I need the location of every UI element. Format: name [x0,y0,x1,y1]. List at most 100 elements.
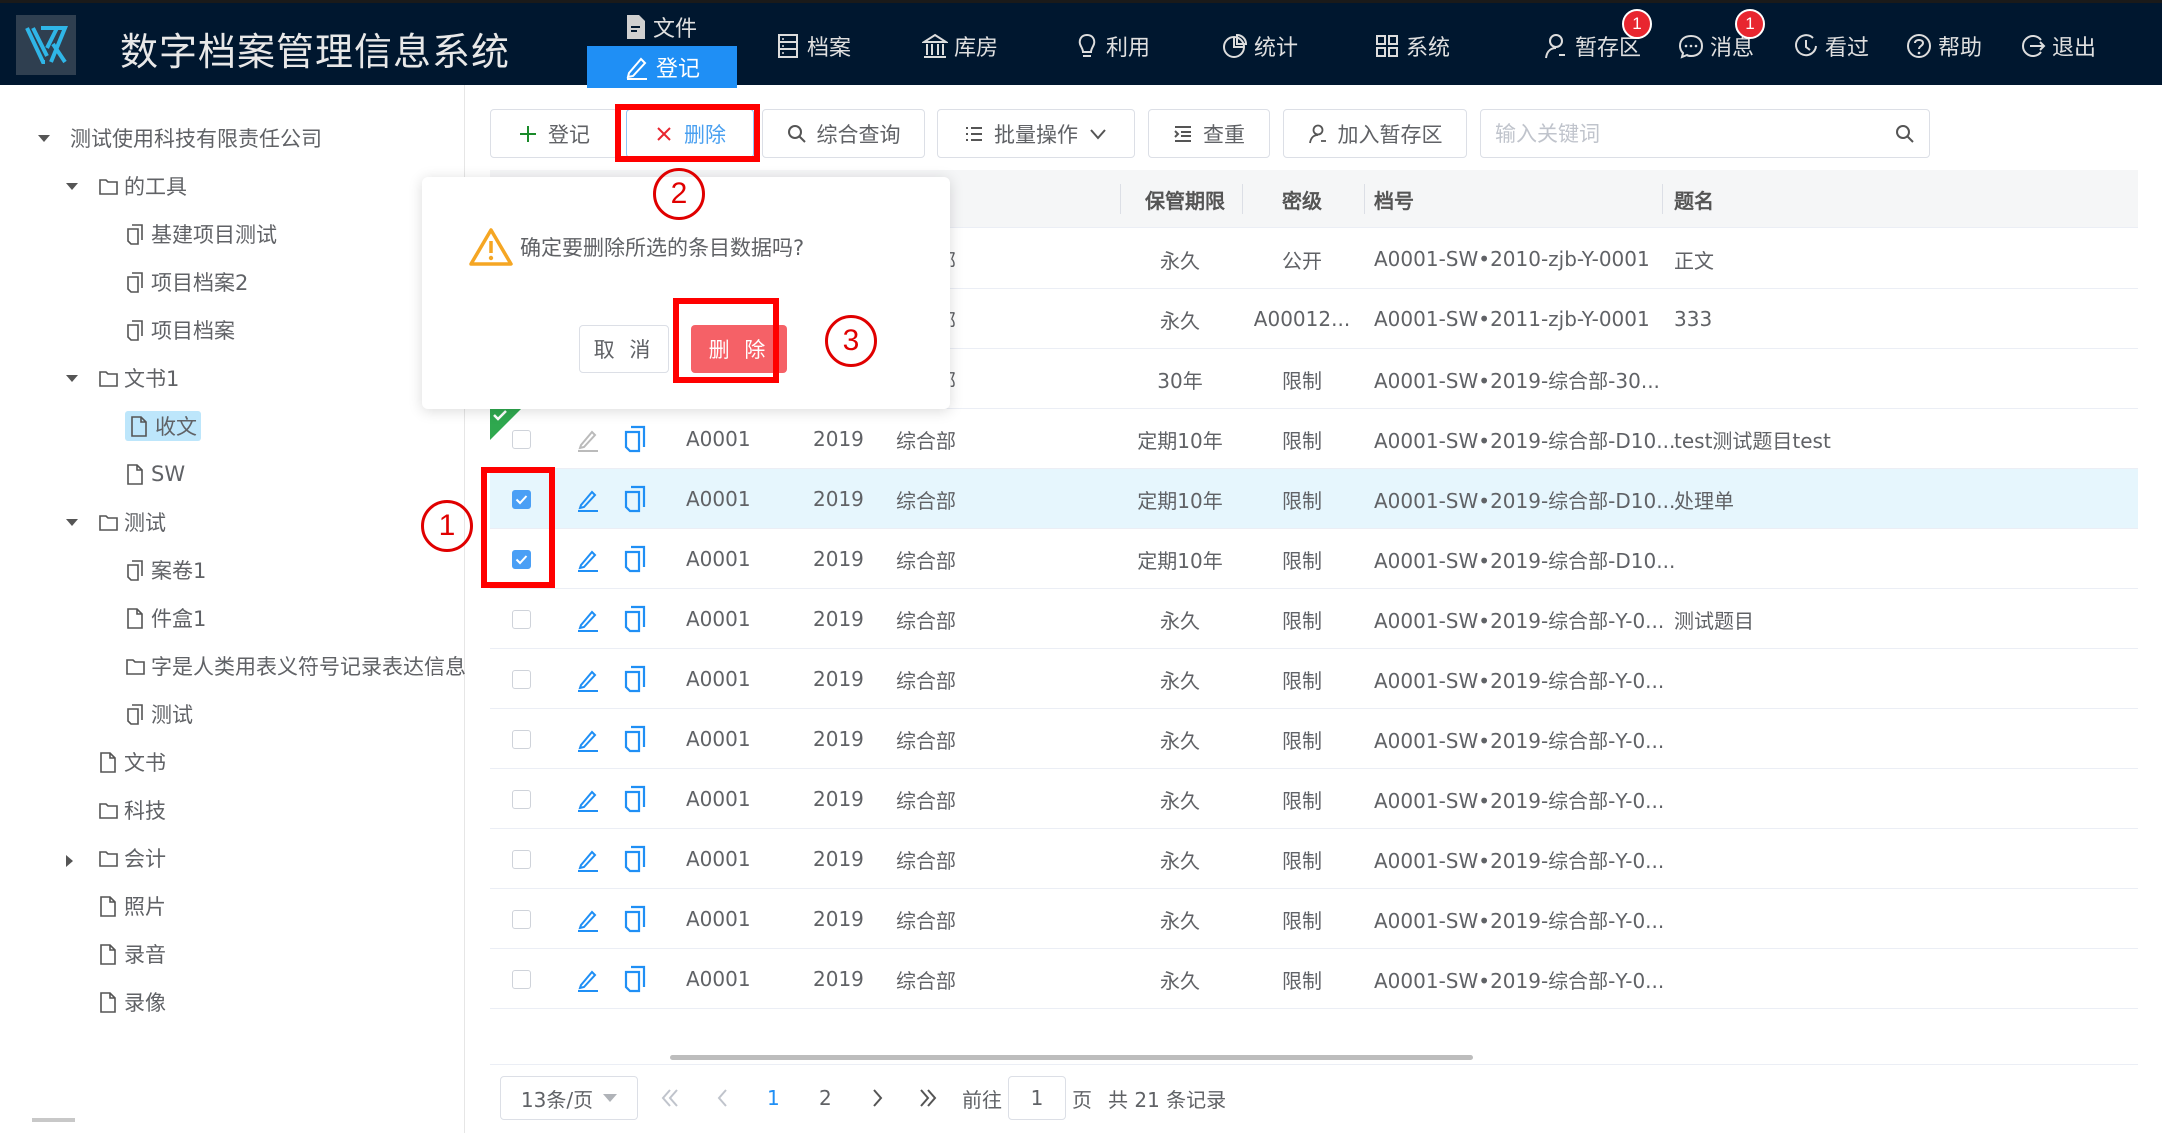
edit-record-button[interactable] [575,949,601,1009]
tree-node[interactable]: 文书 [98,742,166,782]
tree-node[interactable]: 项目档案2 [125,262,248,302]
row-checkbox[interactable] [512,849,531,869]
tree-node[interactable]: 字是人类用表义符号记录表达信息 [125,646,466,686]
view-files-button[interactable] [623,649,647,709]
column-header-retention[interactable]: 保管期限 [1140,170,1230,228]
nav-system[interactable]: 系统 [1374,3,1450,88]
table-row[interactable]: A0001 2019 综合部 永久 限制 A0001-SW•2019-综合部-Y-0... [490,769,2138,829]
view-files-button[interactable] [623,949,647,1009]
column-header-title[interactable]: 题名 [1674,170,1714,228]
cell-archive-code[interactable]: A0001-SW•2019-综合部-Y-0... [1374,589,1664,649]
table-row[interactable]: A0001 2019 综合部 永久 限制 A0001-SW•2019-综合部-Y-0... [490,889,2138,949]
first-page-button[interactable] [658,1075,682,1121]
caret-down-icon[interactable] [66,183,78,190]
tree-node[interactable]: 基建项目测试 [125,214,277,254]
page-1-button[interactable]: 1 [767,1075,780,1121]
app-logo-icon[interactable] [16,15,76,75]
row-checkbox[interactable] [512,969,531,989]
cell-archive-code[interactable]: A0001-SW•2019-综合部-D10... [1374,469,1675,529]
advanced-query-button[interactable]: 综合查询 [762,109,925,158]
caret-down-icon[interactable] [66,519,78,526]
register-button[interactable]: 登记 [490,109,618,158]
view-files-button[interactable] [623,409,647,469]
edit-record-button[interactable] [575,829,601,889]
tree-node[interactable]: 测试使用科技有限责任公司 [38,118,322,158]
page-size-select[interactable]: 13条/页 [500,1076,638,1120]
cell-archive-code[interactable]: A0001-SW•2019-综合部-Y-0... [1374,769,1664,829]
nav-archive[interactable]: 档案 [775,3,851,88]
nav-warehouse[interactable]: 库房 [922,3,998,88]
batch-operations-dropdown[interactable]: 批量操作 [937,109,1135,158]
edit-record-button[interactable] [575,889,601,949]
dedupe-button[interactable]: 查重 [1148,109,1270,158]
cell-archive-code[interactable]: A0001-SW•2019-综合部-Y-0... [1374,949,1664,1009]
caret-right-icon[interactable] [66,855,73,867]
table-row[interactable]: A0001 2019 综合部 定期10年 限制 A0001-SW•2019-综合部-D10… [490,469,2138,529]
nav-register[interactable]: 登记 [587,46,737,88]
column-header-archive-code[interactable]: 档号 [1374,170,1414,228]
tree-node[interactable]: 科技 [98,790,166,830]
view-files-button[interactable] [623,589,647,649]
view-files-button[interactable] [623,769,647,829]
tree-node[interactable]: 录像 [98,982,166,1022]
cell-archive-code[interactable]: A0001-SW•2011-zjb-Y-0001 [1374,289,1650,349]
view-files-button[interactable] [623,529,647,589]
tree-node[interactable]: SW [125,454,185,494]
prev-page-button[interactable] [712,1075,732,1121]
cell-archive-code[interactable]: A0001-SW•2019-综合部-D10... [1374,409,1675,469]
keyword-search-input[interactable] [1495,121,1895,146]
nav-file[interactable]: 文件 [625,11,697,43]
table-row[interactable]: A0001 2019 综合部 永久 限制 A0001-SW•2019-综合部-Y-0... [490,709,2138,769]
nav-history[interactable]: 看过 [1793,3,1869,88]
search-icon[interactable] [1895,124,1915,144]
row-checkbox[interactable] [512,669,531,689]
table-row[interactable]: A0001 2019 综合部 永久 限制 A0001-SW•2019-综合部-Y-0... [490,649,2138,709]
table-row[interactable]: A0001 2019 综合部 定期10年 限制 A0001-SW•2019-综合部-D10… [490,409,2138,469]
next-page-button[interactable] [868,1075,888,1121]
tree-node[interactable]: 件盒1 [125,598,206,638]
view-files-button[interactable] [623,709,647,769]
view-files-button[interactable] [623,829,647,889]
row-checkbox[interactable] [512,909,531,929]
tree-node[interactable]: 照片 [98,886,166,926]
cell-title[interactable]: 处理单 [1674,469,1734,529]
page-2-button[interactable]: 2 [819,1075,832,1121]
cell-title[interactable]: 正文 [1674,229,1714,289]
tree-node[interactable]: 收文 [125,406,201,446]
row-checkbox[interactable] [512,729,531,749]
tree-node[interactable]: 测试 [66,502,166,542]
cell-title[interactable]: test测试题目test [1674,409,1831,469]
edit-record-button[interactable] [575,709,601,769]
cell-archive-code[interactable]: A0001-SW•2019-综合部-Y-0... [1374,709,1664,769]
add-to-staging-button[interactable]: 加入暂存区 [1283,109,1467,158]
tree-node[interactable]: 测试 [125,694,193,734]
cell-title[interactable]: 333 [1674,289,1712,349]
table-row[interactable]: A0001 2019 综合部 永久 限制 A0001-SW•2019-综合部-Y-0... [490,829,2138,889]
edit-record-button[interactable] [575,469,601,529]
cell-title[interactable]: 测试题目 [1674,589,1754,649]
tree-node[interactable]: 录音 [98,934,166,974]
tree-node[interactable]: 项目档案 [125,310,235,350]
sidebar-scrollbar[interactable] [32,1118,75,1122]
edit-record-button[interactable] [575,649,601,709]
cell-archive-code[interactable]: A0001-SW•2019-综合部-30... [1374,349,1660,409]
table-row[interactable]: A0001 2019 综合部 定期10年 限制 A0001-SW•2019-综合部-D10… [490,529,2138,589]
edit-record-button[interactable] [575,409,601,469]
cell-archive-code[interactable]: A0001-SW•2019-综合部-Y-0... [1374,829,1664,889]
edit-record-button[interactable] [575,769,601,829]
cell-archive-code[interactable]: A0001-SW•2019-综合部-Y-0... [1374,889,1664,949]
view-files-button[interactable] [623,469,647,529]
table-row[interactable]: A0001 2019 综合部 永久 限制 A0001-SW•2019-综合部-Y-0... [490,949,2138,1009]
table-horizontal-scrollbar[interactable] [670,1055,1473,1060]
row-checkbox[interactable] [512,789,531,809]
column-header-security-level[interactable]: 密级 [1252,170,1352,228]
row-checkbox[interactable] [512,609,531,629]
edit-record-button[interactable] [575,529,601,589]
cancel-button[interactable]: 取 消 [579,325,669,373]
nav-help[interactable]: 帮助 [1906,3,1982,88]
edit-record-button[interactable] [575,589,601,649]
cell-archive-code[interactable]: A0001-SW•2019-综合部-D10... [1374,529,1675,589]
cell-archive-code[interactable]: A0001-SW•2010-zjb-Y-0001 [1374,229,1650,289]
nav-logout[interactable]: 退出 [2020,3,2096,88]
goto-page-input[interactable]: 1 [1008,1076,1066,1120]
